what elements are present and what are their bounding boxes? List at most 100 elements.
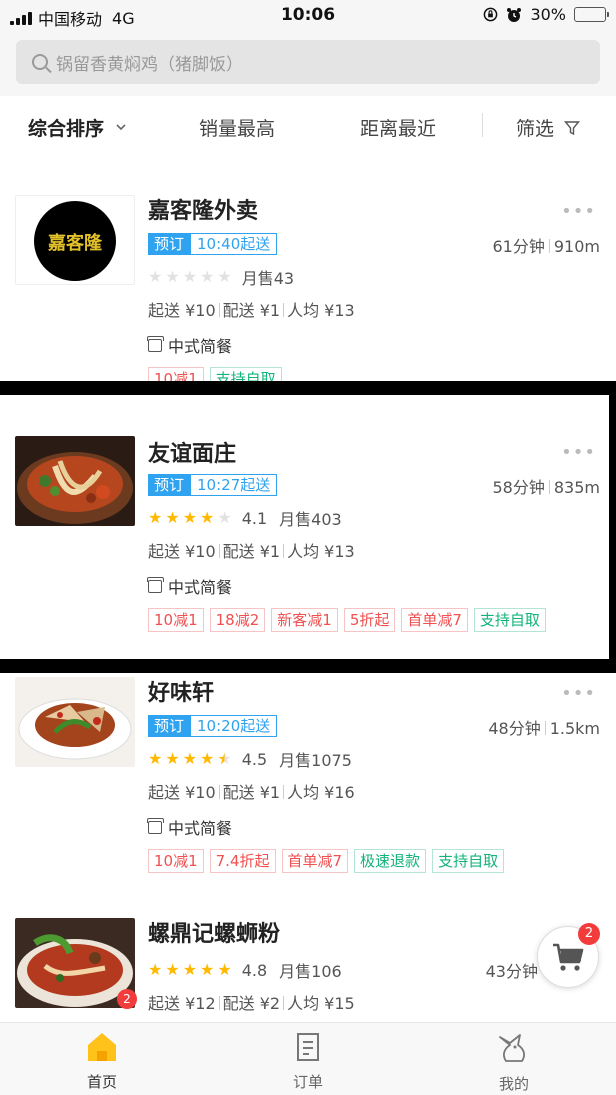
chevron-down-icon — [116, 124, 126, 131]
more-icon[interactable]: ••• — [561, 683, 596, 704]
cart-badge: 2 — [578, 923, 600, 945]
rotation-lock-icon — [484, 7, 498, 22]
battery-icon — [574, 7, 609, 22]
fee-row: 起送 ¥10 配送 ¥1 人均 ¥16 — [148, 779, 355, 803]
filter-button[interactable]: 筛选 — [516, 114, 581, 141]
star-full-icon: ★ — [217, 960, 232, 979]
eta: 43分钟 — [485, 962, 538, 981]
tab-profile[interactable]: 我的 — [474, 1031, 554, 1094]
delivery-time: 10:20起送 — [190, 715, 278, 737]
search-placeholder: 锅留香黄焖鸡（猪脚饭） — [56, 54, 243, 75]
delivery-fee: 配送 ¥1 — [222, 301, 281, 320]
per-person: 人均 ¥13 — [287, 301, 355, 320]
shop-category: 中式简餐 — [147, 574, 233, 598]
fee-row: 起送 ¥12 配送 ¥2 人均 ¥15 — [148, 990, 355, 1014]
shop-logo-text: 嘉客隆 — [48, 233, 102, 253]
stir-fry-plate-image — [15, 677, 135, 767]
star-full-icon: ★ — [200, 508, 215, 527]
sort-comprehensive-label: 综合排序 — [28, 118, 105, 140]
promo-tag: 7.4折起 — [209, 849, 276, 873]
shop-category: 中式简餐 — [147, 333, 233, 357]
star-full-icon: ★ — [148, 508, 163, 527]
search-icon — [32, 54, 48, 70]
sort-comprehensive[interactable]: 综合排序 — [28, 114, 127, 141]
preorder-tag: 预订 10:27起送 — [148, 474, 278, 496]
star-empty-icon: ★ — [217, 267, 232, 286]
promo-tags: 10减1 7.4折起 首单减7 极速退款 支持自取 — [148, 849, 505, 873]
rating-row: ★ ★ ★ ★ ★ 4.1 月售403 — [148, 506, 342, 530]
shop-card[interactable]: 好味轩 ••• 预订 10:20起送 48分钟 1.5km ★ ★ ★ ★ ★ 4.5 月… — [0, 677, 616, 913]
star-full-icon: ★ — [165, 508, 180, 527]
sort-distance[interactable]: 距离最近 — [360, 114, 436, 141]
shop-card[interactable]: 友谊面庄 ••• 预订 10:27起送 58分钟 835m ★ ★ ★ ★ ★ 4.1 月… — [0, 436, 616, 672]
alarm-icon — [507, 7, 522, 22]
sort-divider — [482, 113, 483, 137]
promo-tag: 首单减7 — [401, 608, 468, 632]
filter-label: 筛选 — [516, 118, 555, 140]
promo-tag: 极速退款 — [354, 849, 427, 873]
rating-row: ★ ★ ★ ★ ★ 月售43 — [148, 265, 294, 289]
shop-name: 螺鼎记螺蛳粉 — [148, 922, 281, 947]
preorder-tag: 预订 10:20起送 — [148, 715, 278, 737]
category-label: 中式简餐 — [168, 337, 233, 356]
promo-tag: 10减1 — [148, 608, 204, 632]
cart-icon — [553, 943, 584, 971]
tab-orders[interactable]: 订单 — [268, 1031, 348, 1092]
star-empty-icon: ★ — [217, 508, 232, 527]
shop-name: 好味轩 — [148, 681, 215, 706]
star-empty-icon: ★ — [148, 267, 163, 286]
home-icon — [88, 1033, 116, 1061]
distance: 910m — [553, 237, 600, 256]
star-full-icon: ★ — [148, 960, 163, 979]
eta: 58分钟 — [492, 478, 545, 497]
monthly-sales: 月售1075 — [279, 751, 352, 770]
eta: 48分钟 — [488, 719, 541, 738]
more-icon[interactable]: ••• — [561, 442, 596, 463]
status-bar: 中国移动 4G 10:06 30% — [0, 0, 616, 32]
distance: 835m — [553, 478, 600, 497]
shop-logo: 嘉客隆 — [15, 195, 135, 285]
promo-tag: 5折起 — [343, 608, 396, 632]
shop-card[interactable]: 嘉客隆 嘉客隆外卖 ••• 预订 10:40起送 61分钟 910m ★ ★ ★ ★ ★ … — [0, 195, 616, 431]
shop-photo — [15, 436, 135, 526]
rating-score: 4.5 — [241, 749, 268, 769]
promo-tags: 10减1 18减2 新客减1 5折起 首单减7 支持自取 — [148, 608, 546, 632]
min-order: 起送 ¥10 — [148, 542, 216, 561]
tab-home[interactable]: 首页 — [62, 1031, 142, 1092]
per-person: 人均 ¥15 — [287, 994, 355, 1013]
star-full-icon: ★ — [165, 749, 180, 768]
min-order: 起送 ¥10 — [148, 783, 216, 802]
tab-orders-label: 订单 — [292, 1073, 323, 1091]
filter-icon — [564, 121, 581, 136]
eta: 61分钟 — [492, 237, 545, 256]
preorder-label: 预订 — [148, 233, 191, 255]
shop-card[interactable]: 螺鼎记螺蛳粉 ★ ★ ★ ★ ★ 4.8 月售106 43分钟 起送 ¥12 配送 ¥2 人… — [0, 918, 616, 1022]
delivery-fee: 配送 ¥2 — [222, 994, 281, 1013]
star-empty-icon: ★ — [182, 267, 198, 286]
min-order: 起送 ¥12 — [148, 994, 216, 1013]
rating-row: ★ ★ ★ ★ ★ 4.8 月售106 — [148, 958, 342, 982]
category-label: 中式简餐 — [168, 819, 233, 838]
fee-row: 起送 ¥10 配送 ¥1 人均 ¥13 — [148, 538, 355, 562]
preorder-label: 预订 — [148, 474, 191, 496]
shop-cart-count-badge: 2 — [117, 989, 137, 1009]
star-full-icon: ★ — [182, 960, 198, 979]
eta-distance: 48分钟 1.5km — [488, 715, 600, 739]
sort-sales[interactable]: 销量最高 — [199, 114, 275, 141]
tab-home-label: 首页 — [86, 1073, 117, 1091]
category-label: 中式简餐 — [168, 578, 233, 597]
tab-bar: 首页 订单 我的 — [0, 1022, 616, 1095]
promo-tag: 新客减1 — [271, 608, 338, 632]
store-icon — [147, 335, 164, 352]
shop-photo — [15, 677, 135, 767]
promo-tag: 支持自取 — [432, 849, 505, 873]
more-icon[interactable]: ••• — [561, 201, 596, 222]
star-empty-icon: ★ — [165, 267, 180, 286]
delivery-time: 10:27起送 — [190, 474, 278, 496]
cart-button[interactable]: 2 — [537, 923, 600, 988]
star-half-icon: ★ — [217, 749, 232, 768]
promo-tag: 支持自取 — [473, 608, 546, 632]
star-full-icon: ★ — [200, 960, 215, 979]
monthly-sales: 月售403 — [279, 510, 342, 529]
search-input[interactable]: 锅留香黄焖鸡（猪脚饭） — [16, 40, 600, 84]
